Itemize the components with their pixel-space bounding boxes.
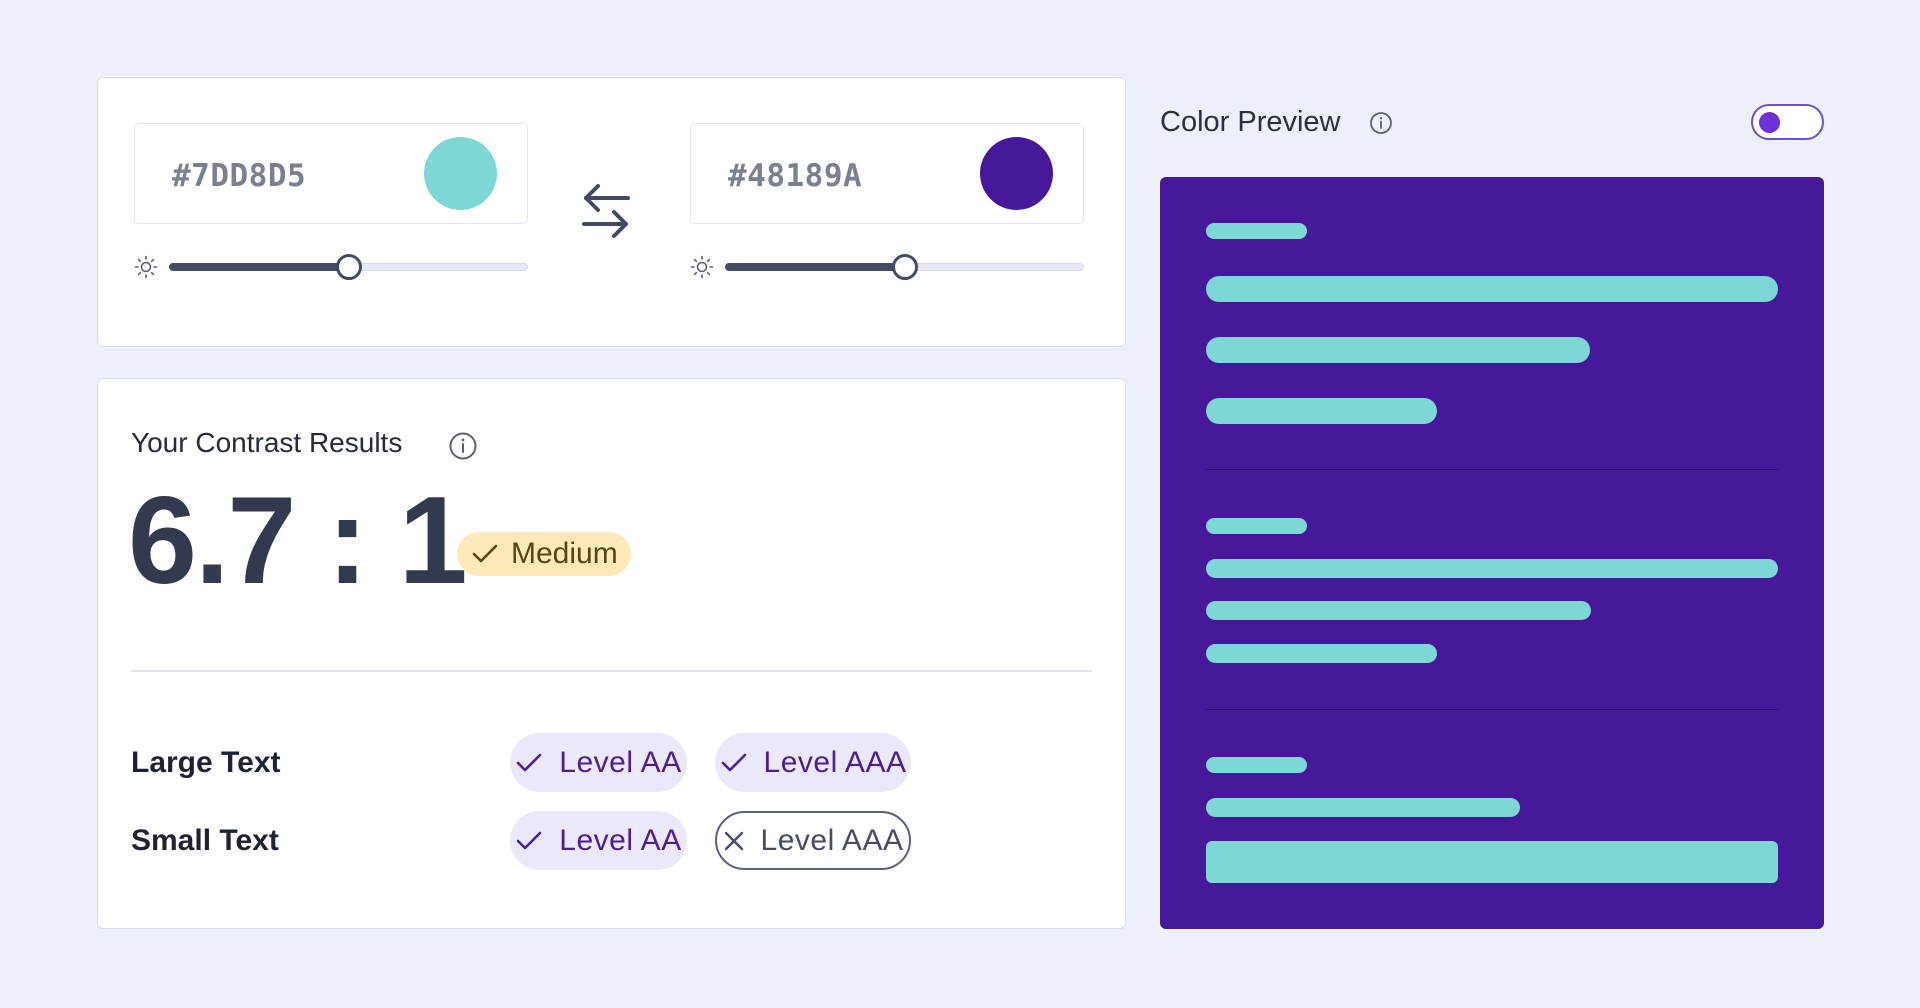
preview-text-bar — [1206, 276, 1778, 302]
preview-text-bar — [1206, 644, 1437, 663]
preview-text-bar — [1206, 798, 1520, 817]
background-hex-value[interactable]: #48189A — [728, 158, 862, 194]
rating-label: Medium — [511, 537, 618, 570]
sun-icon — [134, 255, 158, 279]
preview-heading-bar — [1206, 223, 1307, 239]
foreground-color-input[interactable]: #7DD8D5 — [134, 123, 528, 224]
row-label-small-text: Small Text — [131, 824, 279, 857]
check-icon — [472, 544, 498, 563]
preview-text-bar — [1206, 559, 1778, 578]
contrast-results-card: Your Contrast Results 6.7 : 1 Medium Lar… — [97, 378, 1126, 929]
preview-button-bar — [1206, 841, 1778, 883]
wcag-check-pill: Level AAA — [715, 733, 911, 792]
check-icon — [721, 753, 746, 771]
slider-fill — [169, 263, 349, 271]
check-level-label: Level AA — [559, 823, 682, 857]
close-icon — [724, 831, 743, 850]
row-label-large-text: Large Text — [131, 746, 281, 779]
swap-arrows-icon — [582, 184, 630, 238]
preview-toggle[interactable] — [1751, 104, 1824, 140]
sun-icon — [690, 255, 714, 279]
slider-thumb[interactable] — [891, 254, 918, 280]
preview-divider — [1206, 709, 1778, 710]
preview-title: Color Preview — [1160, 106, 1341, 138]
toggle-knob — [1759, 112, 1780, 133]
preview-text-bar — [1206, 337, 1590, 363]
preview-text-bar — [1206, 601, 1591, 620]
foreground-hex-value[interactable]: #7DD8D5 — [172, 158, 306, 194]
preview-divider — [1206, 469, 1778, 470]
info-icon[interactable] — [448, 431, 478, 461]
check-level-label: Level AAA — [763, 745, 907, 779]
wcag-check-pill: Level AA — [510, 811, 687, 870]
foreground-color-swatch[interactable] — [424, 137, 497, 210]
check-level-label: Level AA — [559, 745, 682, 779]
wcag-check-pill: Level AA — [510, 733, 687, 792]
color-picker-card: #7DD8D5 #48189A — [97, 77, 1126, 347]
background-color-swatch[interactable] — [980, 137, 1053, 210]
check-level-label: Level AAA — [760, 823, 904, 857]
background-color-input[interactable]: #48189A — [690, 123, 1084, 224]
results-title: Your Contrast Results — [131, 427, 403, 458]
preview-heading-bar — [1206, 757, 1307, 773]
check-icon — [516, 753, 542, 771]
info-icon[interactable] — [1369, 111, 1393, 135]
rating-badge: Medium — [457, 532, 631, 576]
preview-text-bar — [1206, 398, 1437, 424]
background-brightness-slider[interactable] — [690, 252, 1084, 282]
swap-colors-button[interactable] — [576, 178, 636, 244]
check-icon — [516, 831, 542, 849]
slider-fill — [725, 263, 905, 271]
color-preview-panel — [1160, 177, 1824, 929]
divider — [131, 670, 1092, 672]
wcag-check-pill: Level AAA — [715, 811, 911, 870]
preview-heading-bar — [1206, 518, 1307, 534]
contrast-ratio: 6.7 : 1 — [128, 472, 468, 610]
foreground-brightness-slider[interactable] — [134, 252, 528, 282]
slider-thumb[interactable] — [335, 254, 362, 280]
